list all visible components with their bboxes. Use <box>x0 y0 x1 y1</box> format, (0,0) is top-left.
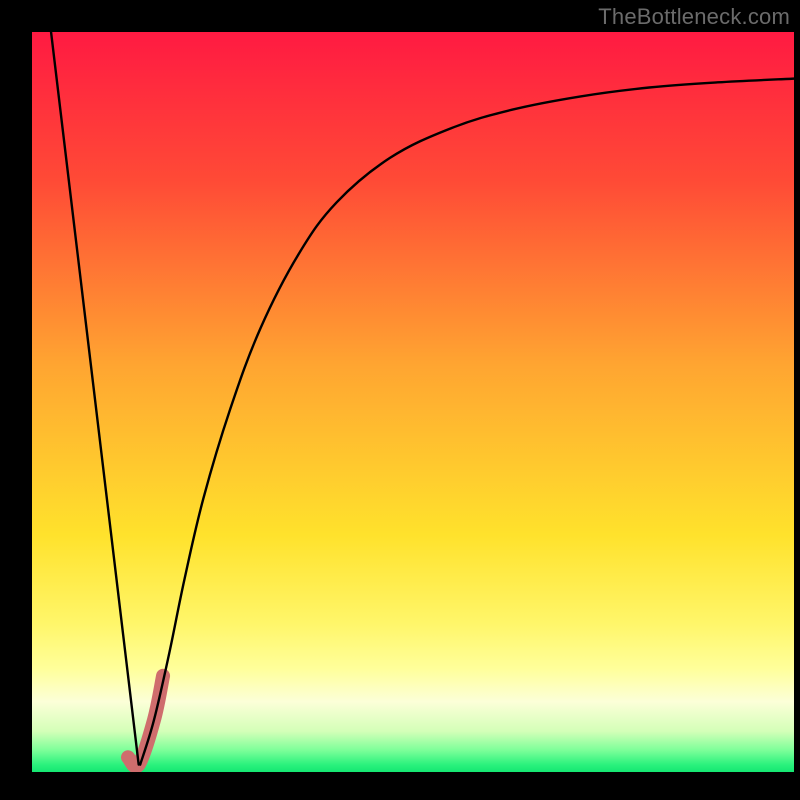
chart-frame: TheBottleneck.com <box>0 0 800 800</box>
plot-area <box>32 32 794 772</box>
chart-svg <box>32 32 794 772</box>
gradient-background <box>32 32 794 772</box>
watermark-text: TheBottleneck.com <box>598 4 790 30</box>
